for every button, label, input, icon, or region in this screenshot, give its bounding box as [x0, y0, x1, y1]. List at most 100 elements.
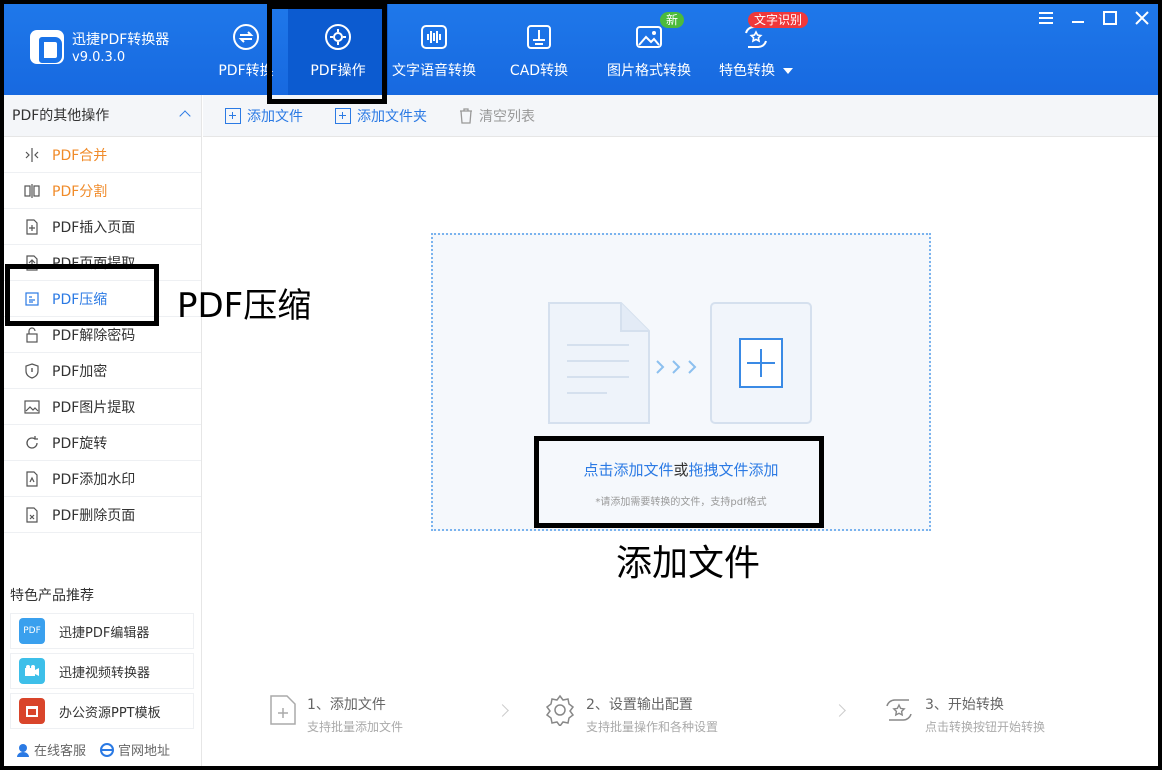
sidebar-item-label: PDF插入页面 [52, 219, 136, 236]
add-file-button[interactable]: 添加文件 [225, 106, 303, 126]
image-icon [24, 399, 40, 415]
gear-icon [545, 694, 575, 726]
step-subtitle: 支持批量添加文件 [307, 720, 404, 734]
tab-special-convert[interactable]: 文字识别 特色转换 [700, 4, 812, 95]
recommend-label: 迅捷视频转换器 [59, 665, 151, 681]
step-title: 2、设置输出配置 [586, 697, 693, 713]
soundwave-icon [419, 22, 449, 52]
sidebar-item-insert-page[interactable]: PDF插入页面 [4, 209, 201, 245]
tab-label-row: 特色转换 [719, 60, 793, 80]
tab-label: 文字语音转换 [392, 63, 476, 79]
workflow-steps: 1、添加文件 支持批量添加文件 2、设置输出配置 支持批量操作和各种设置 3、开… [203, 684, 1158, 744]
step-title: 3、开始转换 [925, 697, 1004, 713]
annotation-add-file-label: 添加文件 [616, 543, 761, 584]
highlight-box-compress [5, 264, 159, 326]
new-badge: 新 [659, 12, 684, 28]
sidebar-item-label: PDF删除页面 [52, 507, 136, 524]
window-controls [1036, 8, 1152, 28]
app-window: 迅捷PDF转换器 v9.0.3.0 PDF转换 PDF操作 文字语音转换 CAD… [4, 4, 1158, 766]
add-folder-button[interactable]: 添加文件夹 [335, 106, 427, 126]
watermark-icon [24, 470, 40, 487]
chevron-right-icon [496, 704, 509, 717]
website-link[interactable]: 官网地址 [100, 740, 170, 759]
tab-label: CAD转换 [509, 63, 569, 79]
highlight-box-tab [267, 4, 387, 104]
tab-label: 图片格式转换 [607, 63, 691, 79]
add-file-icon [225, 107, 241, 124]
support-icon [17, 743, 29, 757]
app-logo [30, 30, 64, 64]
ppt-template-icon [19, 698, 45, 724]
sidebar-footer: 在线客服 官网地址 [16, 740, 170, 759]
sidebar-item-extract-image[interactable]: PDF图片提取 [4, 389, 201, 425]
video-converter-icon [19, 658, 45, 684]
maximize-icon[interactable] [1100, 8, 1120, 28]
step-subtitle: 支持批量操作和各种设置 [586, 720, 719, 734]
merge-icon [24, 147, 40, 163]
step-start-convert: 3、开始转换 点击转换按钮开始转换 [883, 694, 1045, 735]
swap-circle-icon [231, 22, 261, 52]
tab-image-convert[interactable]: 新 图片格式转换 [598, 4, 700, 95]
step-title: 1、添加文件 [307, 697, 386, 713]
menu-icon[interactable] [1036, 8, 1056, 28]
sidebar: PDF的其他操作 PDF合并 PDF分割 PDF插入页面 PDF页面提取 PDF… [4, 95, 202, 766]
sidebar-item-split[interactable]: PDF分割 [4, 173, 201, 209]
online-service-link[interactable]: 在线客服 [16, 740, 86, 759]
rotate-icon [24, 435, 40, 451]
delete-page-icon [24, 506, 40, 523]
trash-icon [460, 107, 472, 124]
sidebar-header[interactable]: PDF的其他操作 [4, 95, 201, 137]
sidebar-item-rotate[interactable]: PDF旋转 [4, 425, 201, 461]
step-subtitle: 点击转换按钮开始转换 [925, 720, 1046, 734]
recommend-label: 迅捷PDF编辑器 [59, 625, 150, 641]
app-version: v9.0.3.0 [72, 50, 126, 65]
cad-icon [524, 22, 554, 52]
unlock-icon [24, 326, 40, 343]
image-icon [634, 22, 664, 52]
add-file-step-icon [270, 695, 296, 725]
step-output-config: 2、设置输出配置 支持批量操作和各种设置 [544, 694, 718, 735]
split-icon [24, 183, 40, 199]
sidebar-item-watermark[interactable]: PDF添加水印 [4, 461, 201, 497]
clear-list-button[interactable]: 清空列表 [459, 106, 535, 126]
online-service-label: 在线客服 [34, 744, 87, 759]
sidebar-item-label: PDF图片提取 [52, 399, 136, 416]
sidebar-item-merge[interactable]: PDF合并 [4, 137, 201, 173]
pdf-editor-icon-text: PDF [23, 626, 41, 636]
title-bar: 迅捷PDF转换器 v9.0.3.0 PDF转换 PDF操作 文字语音转换 CAD… [4, 4, 1158, 95]
sidebar-item-delete-page[interactable]: PDF删除页面 [4, 497, 201, 533]
sidebar-item-encrypt[interactable]: PDF加密 [4, 353, 201, 389]
app-name: 迅捷PDF转换器 [72, 32, 170, 48]
chevron-up-icon [179, 110, 191, 122]
recommend-pdf-editor[interactable]: PDF 迅捷PDF编辑器 [10, 613, 194, 649]
tab-text-speech[interactable]: 文字语音转换 [388, 4, 480, 95]
recommend-title: 特色产品推荐 [10, 588, 94, 604]
chevron-down-icon [783, 68, 793, 74]
step-add-file: 1、添加文件 支持批量添加文件 [269, 694, 403, 735]
tab-label: PDF转换 [218, 63, 274, 79]
website-label: 官网地址 [118, 744, 171, 759]
tab-cad-convert[interactable]: CAD转换 [480, 4, 598, 95]
minimize-icon[interactable] [1068, 8, 1088, 28]
clear-list-label: 清空列表 [479, 108, 535, 125]
tab-label: 特色转换 [719, 63, 775, 79]
shield-icon [24, 362, 40, 379]
sidebar-item-label: PDF添加水印 [52, 471, 136, 488]
document-to-add-illustration [548, 302, 812, 424]
pdf-editor-icon: PDF [19, 618, 45, 644]
annotation-compress-label: PDF压缩 [177, 286, 312, 326]
add-folder-label: 添加文件夹 [357, 108, 427, 125]
highlight-box-dropzone [534, 436, 824, 528]
sidebar-item-label: PDF合并 [52, 147, 108, 164]
convert-star-icon [886, 699, 912, 721]
recommend-ppt-template[interactable]: 办公资源PPT模板 [10, 693, 194, 729]
close-icon[interactable] [1132, 8, 1152, 28]
sidebar-item-label: PDF加密 [52, 363, 108, 380]
add-file-label: 添加文件 [247, 108, 303, 125]
chevron-right-icon [833, 704, 846, 717]
recommend-video-converter[interactable]: 迅捷视频转换器 [10, 653, 194, 689]
insert-page-icon [24, 218, 40, 235]
sidebar-item-label: PDF解除密码 [52, 327, 136, 344]
recommend-label: 办公资源PPT模板 [59, 705, 161, 721]
sidebar-item-label: PDF旋转 [52, 435, 108, 452]
